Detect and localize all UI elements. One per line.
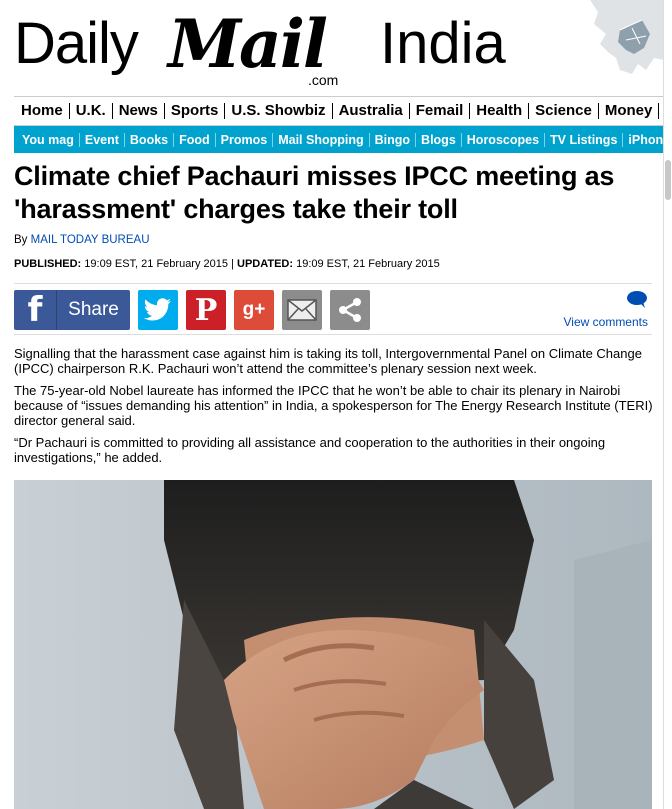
pinterest-icon: P bbox=[194, 292, 218, 328]
view-comments-link[interactable]: View comments bbox=[564, 315, 648, 329]
article-paragraph: Signalling that the harassment case agai… bbox=[14, 346, 642, 376]
published-date: 19:09 EST, 21 February 2015 bbox=[84, 258, 229, 270]
logo-dotcom: .com bbox=[308, 72, 339, 88]
india-map-graphic bbox=[580, 0, 664, 92]
primary-nav: Home U.K. News Sports U.S. Showbiz Austr… bbox=[14, 96, 664, 126]
nav-item-australia[interactable]: Australia bbox=[333, 103, 410, 119]
logo-daily[interactable]: Daily bbox=[14, 10, 139, 77]
byline: By MAIL TODAY BUREAU bbox=[14, 234, 150, 246]
updated-date: 19:09 EST, 21 February 2015 bbox=[296, 258, 440, 270]
article-paragraph: The 75-year-old Nobel laureate has infor… bbox=[14, 383, 653, 428]
comment-bubble-icon bbox=[627, 291, 647, 308]
subnav-item-food[interactable]: Food bbox=[174, 132, 216, 147]
article-headline: Climate chief Pachauri misses IPCC meeti… bbox=[14, 161, 615, 224]
masthead: Daily Mail .com India bbox=[0, 0, 664, 95]
subnav-item-blogs[interactable]: Blogs bbox=[416, 132, 462, 147]
photo-image bbox=[14, 480, 652, 809]
nav-item-news[interactable]: News bbox=[113, 103, 165, 119]
facebook-share-label: Share bbox=[68, 299, 119, 320]
twitter-icon bbox=[144, 298, 171, 321]
share-bar: f Share P g+ View comments bbox=[14, 283, 652, 335]
nav-item-money[interactable]: Money bbox=[599, 103, 660, 119]
secondary-nav: You mag Event Books Food Promos Mail Sho… bbox=[14, 126, 664, 153]
scrollbar[interactable] bbox=[663, 0, 672, 809]
nav-item-home[interactable]: Home bbox=[14, 103, 70, 119]
subnav-item-you-mag[interactable]: You mag bbox=[14, 132, 80, 147]
scrollbar-thumb[interactable] bbox=[665, 160, 671, 200]
article-paragraph: “Dr Pachauri is committed to providing a… bbox=[14, 435, 606, 465]
edition-name: India bbox=[380, 11, 506, 76]
published-label: PUBLISHED: bbox=[14, 258, 82, 270]
article-body: Signalling that the harassment case agai… bbox=[14, 346, 654, 472]
google-plus-icon: g+ bbox=[242, 299, 266, 320]
subnav-item-bingo[interactable]: Bingo bbox=[370, 132, 417, 147]
subnav-item-horoscopes[interactable]: Horoscopes bbox=[462, 132, 546, 147]
twitter-share-button[interactable] bbox=[138, 290, 178, 330]
email-share-button[interactable] bbox=[282, 290, 322, 330]
updated-label: UPDATED: bbox=[237, 258, 294, 270]
author-link[interactable]: MAIL TODAY BUREAU bbox=[31, 234, 150, 246]
facebook-share-button[interactable]: f Share bbox=[14, 290, 130, 330]
subnav-item-tv-listings[interactable]: TV Listings bbox=[545, 132, 624, 147]
view-comments[interactable]: View comments bbox=[564, 290, 648, 329]
article-photo bbox=[14, 480, 652, 809]
nav-item-health[interactable]: Health bbox=[470, 103, 530, 119]
date-separator: | bbox=[231, 258, 234, 270]
google-plus-share-button[interactable]: g+ bbox=[234, 290, 274, 330]
more-share-button[interactable] bbox=[330, 290, 370, 330]
nav-item-uk[interactable]: U.K. bbox=[70, 103, 113, 119]
byline-prefix: By bbox=[14, 234, 28, 246]
share-icon bbox=[339, 298, 361, 322]
nav-item-us-showbiz[interactable]: U.S. Showbiz bbox=[225, 103, 333, 119]
nav-item-science[interactable]: Science bbox=[529, 103, 599, 119]
subnav-item-iphone[interactable]: iPhone bbox=[623, 133, 664, 147]
article-dates: PUBLISHED: 19:09 EST, 21 February 2015 |… bbox=[14, 258, 440, 270]
email-icon bbox=[287, 299, 317, 321]
subnav-item-books[interactable]: Books bbox=[125, 132, 175, 147]
subnav-item-promos[interactable]: Promos bbox=[216, 132, 274, 147]
logo-mail[interactable]: Mail bbox=[168, 5, 328, 83]
nav-item-femail[interactable]: Femail bbox=[410, 103, 471, 119]
pinterest-share-button[interactable]: P bbox=[186, 290, 226, 330]
subnav-item-mail-shopping[interactable]: Mail Shopping bbox=[273, 132, 370, 147]
nav-item-sports[interactable]: Sports bbox=[165, 103, 226, 119]
facebook-icon: f bbox=[14, 290, 57, 330]
subnav-item-event[interactable]: Event bbox=[80, 132, 125, 147]
